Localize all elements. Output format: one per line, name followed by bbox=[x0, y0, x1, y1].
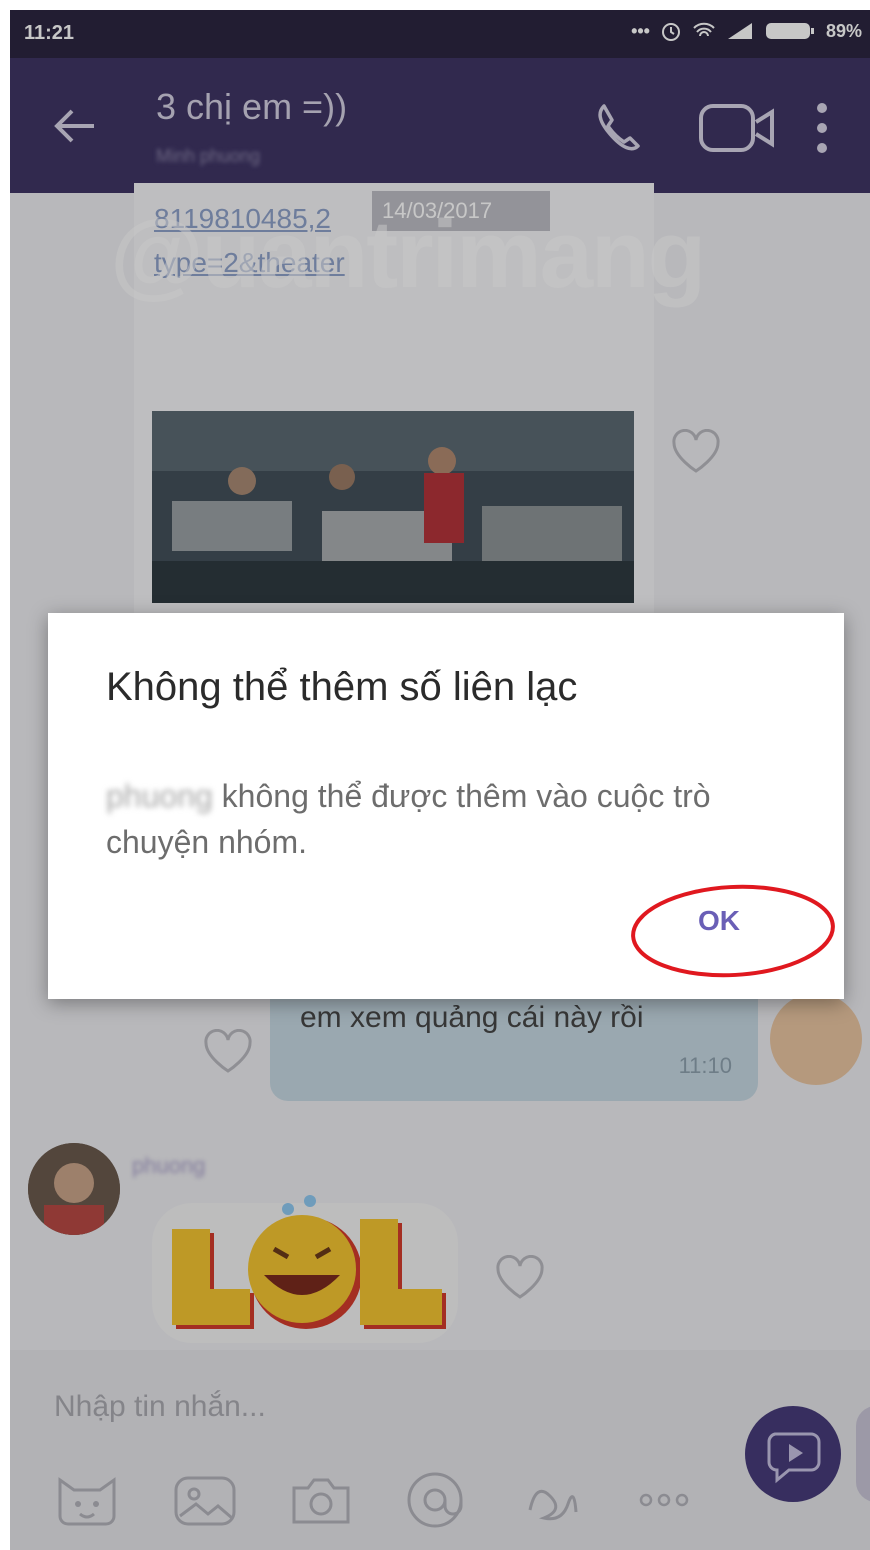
dialog-message: phuong không thể được thêm vào cuộc trò … bbox=[106, 773, 806, 865]
dialog-title: Không thể thêm số liên lạc bbox=[106, 665, 578, 709]
error-dialog: Không thể thêm số liên lạc phuong không … bbox=[48, 613, 844, 999]
ok-button[interactable]: OK bbox=[698, 905, 740, 937]
screen: 11:21 ••• 89% 3 chị em =)) Minh phuong 8… bbox=[10, 10, 870, 1550]
dialog-contact-name: phuong bbox=[106, 778, 213, 814]
